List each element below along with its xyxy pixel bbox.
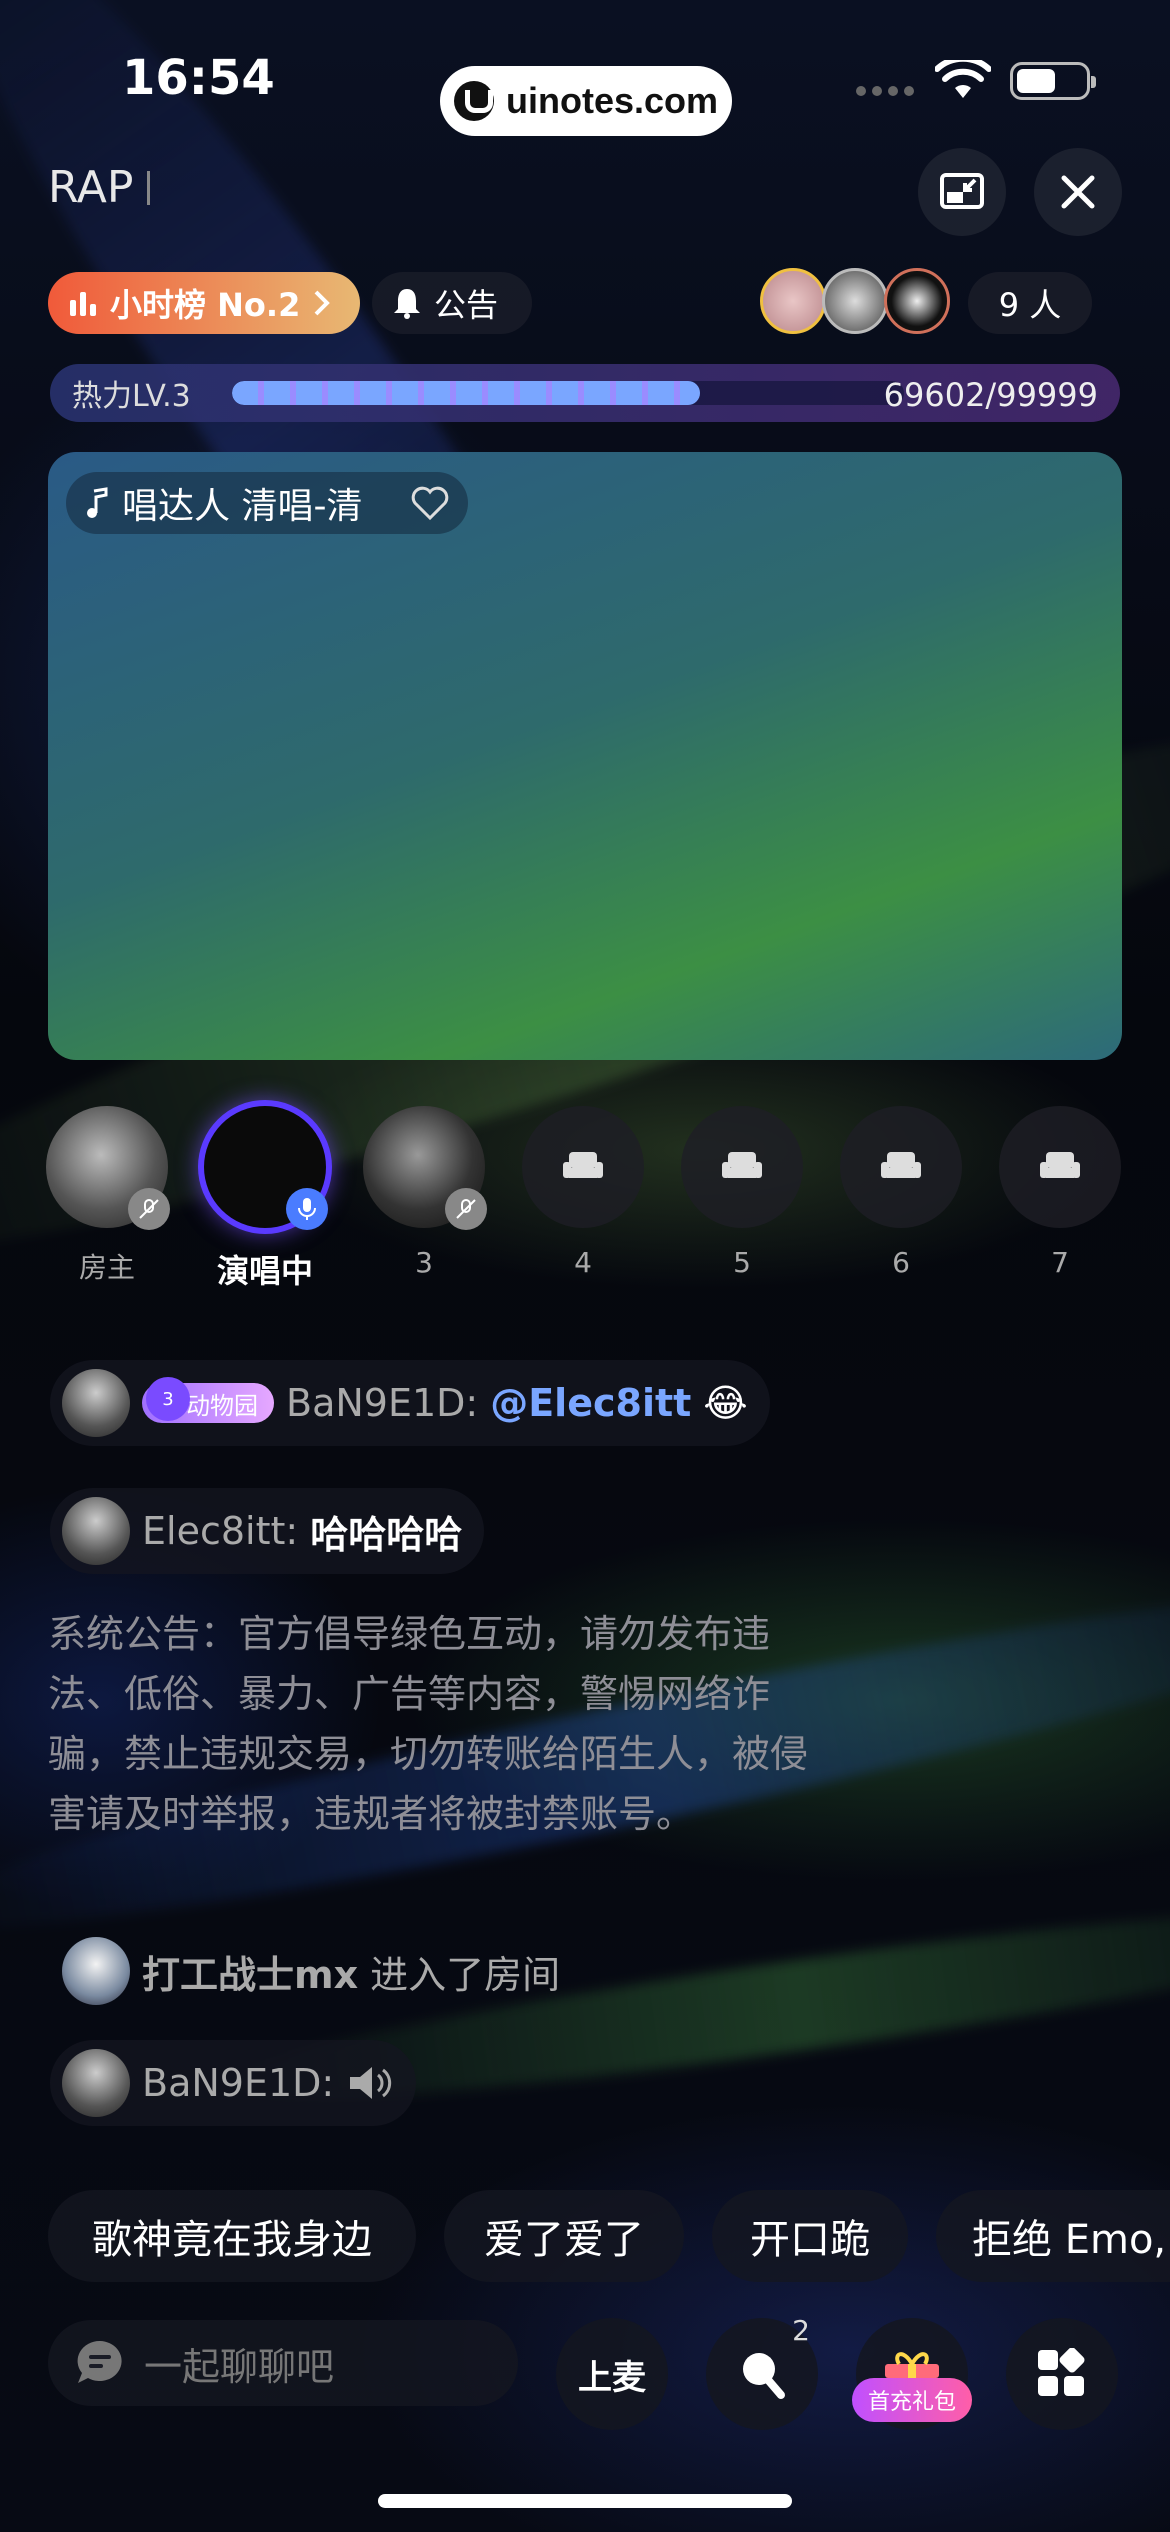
seat-host[interactable]: 房主 bbox=[42, 1106, 172, 1286]
empty-seat-sofa-icon bbox=[999, 1106, 1121, 1228]
join-mic-button[interactable]: 上麦 bbox=[556, 2318, 668, 2430]
speaker-icon[interactable] bbox=[346, 2061, 394, 2105]
quick-reply[interactable]: 拒绝 Emo, bbox=[936, 2190, 1170, 2282]
current-song-pill[interactable]: 唱达人 清唱-清 bbox=[66, 472, 468, 534]
first-charge-gift-tag[interactable]: 首充礼包 bbox=[852, 2378, 972, 2422]
fan-badge: 3 动物园 bbox=[142, 1377, 274, 1423]
hourly-rank-button[interactable]: 小时榜 No.2 bbox=[48, 272, 360, 334]
system-announcement: 系统公告：官方倡导绿色互动，请勿发布违法、低俗、暴力、广告等内容，警惕网络诈骗，… bbox=[48, 1612, 809, 1836]
close-icon bbox=[1061, 175, 1095, 209]
bar-chart-icon bbox=[70, 292, 96, 316]
seat-label: 4 bbox=[574, 1246, 592, 1279]
cellular-signal-icon bbox=[856, 86, 914, 96]
singer-avatar bbox=[204, 1106, 328, 1230]
badge-level: 3 bbox=[146, 1377, 190, 1421]
watermark: uinotes.com bbox=[440, 66, 732, 136]
minimize-window-icon bbox=[940, 173, 984, 209]
seat-6[interactable]: 6 bbox=[836, 1106, 966, 1279]
quick-reply[interactable]: 歌神竟在我身边 bbox=[48, 2190, 416, 2282]
heat-value: 69602/99999 bbox=[883, 376, 1098, 414]
heat-progress-track bbox=[232, 381, 904, 405]
home-indicator[interactable] bbox=[378, 2494, 792, 2508]
empty-seat-sofa-icon bbox=[840, 1106, 962, 1228]
avatar[interactable] bbox=[62, 2049, 130, 2117]
search-song-button[interactable]: 2 bbox=[706, 2314, 818, 2430]
chat-message[interactable]: BaN9E1D: bbox=[50, 2040, 417, 2126]
chevron-right-icon bbox=[314, 290, 331, 316]
seat-4[interactable]: 4 bbox=[518, 1106, 648, 1279]
heat-level-bar[interactable]: 热力LV.3 69602/99999 bbox=[50, 364, 1120, 422]
message-text: 哈哈哈哈 bbox=[310, 1512, 463, 1557]
mic-muted-icon bbox=[445, 1188, 487, 1230]
room-name: RAP bbox=[48, 162, 134, 213]
announcement-button[interactable]: 公告 bbox=[372, 272, 532, 334]
room-title: RAP bbox=[48, 162, 151, 213]
title-divider bbox=[147, 170, 151, 205]
seat-label: 房主 bbox=[78, 1251, 135, 1284]
seat-label: 3 bbox=[415, 1246, 433, 1279]
quick-reply[interactable]: 爱了爱了 bbox=[444, 2190, 684, 2282]
avatar[interactable] bbox=[62, 1369, 130, 1437]
empty-seat-sofa-icon bbox=[522, 1106, 644, 1228]
heat-label: 热力LV.3 bbox=[72, 379, 191, 414]
heart-icon[interactable] bbox=[410, 485, 450, 521]
seat-singer[interactable]: 演唱中 bbox=[200, 1106, 330, 1292]
status-bar: 16:54 uinotes.com bbox=[0, 40, 1170, 136]
chat-message[interactable]: 3 动物园 BaN9E1D: @Elec8itt 😂 bbox=[50, 1360, 770, 1446]
audience-avatar[interactable] bbox=[884, 268, 950, 334]
sender-name[interactable]: Elec8itt: bbox=[142, 1509, 298, 1553]
audience-count[interactable]: 9 人 bbox=[968, 272, 1092, 334]
badge-label: 动物园 bbox=[186, 1391, 258, 1420]
more-apps-button[interactable] bbox=[1006, 2318, 1118, 2430]
seat-5[interactable]: 5 bbox=[677, 1106, 807, 1279]
seat-label: 5 bbox=[733, 1246, 751, 1279]
seat-label: 演唱中 bbox=[216, 1252, 313, 1290]
wifi-icon bbox=[935, 60, 991, 98]
search-badge-count: 2 bbox=[792, 2314, 810, 2347]
close-button[interactable] bbox=[1034, 148, 1122, 236]
quick-reply[interactable]: 开口跪 bbox=[712, 2190, 908, 2282]
watermark-text: uinotes.com bbox=[505, 80, 719, 121]
announcement-label: 公告 bbox=[434, 286, 499, 324]
audience-avatars[interactable] bbox=[760, 268, 950, 334]
stage-card[interactable]: 唱达人 清唱-清 bbox=[48, 452, 1122, 1060]
seat-label: 7 bbox=[1051, 1246, 1069, 1279]
emoji: 😂 bbox=[703, 1381, 748, 1425]
microphone-icon bbox=[286, 1188, 328, 1230]
seat-3[interactable]: 3 bbox=[359, 1106, 489, 1279]
message-text: 进入了房间 bbox=[370, 1952, 561, 1997]
bell-icon bbox=[394, 289, 420, 319]
chat-bubble-icon bbox=[77, 2340, 122, 2383]
enter-room-message: 打工战士mx 进入了房间 bbox=[50, 1928, 582, 2014]
audience-avatar[interactable] bbox=[760, 268, 826, 334]
grid-apps-icon bbox=[1038, 2348, 1085, 2396]
mention[interactable]: @Elec8itt bbox=[490, 1381, 691, 1425]
host-avatar bbox=[46, 1106, 170, 1230]
chat-message[interactable]: Elec8itt: 哈哈哈哈 bbox=[50, 1488, 485, 1574]
chat-input-placeholder: 一起聊聊吧 bbox=[144, 2344, 335, 2389]
status-time: 16:54 bbox=[122, 50, 275, 106]
sender-name[interactable]: 打工战士mx bbox=[142, 1944, 358, 1999]
minimize-button[interactable] bbox=[918, 148, 1006, 236]
search-icon bbox=[743, 2353, 785, 2399]
battery-icon bbox=[1010, 62, 1096, 100]
rank-label: 小时榜 No.2 bbox=[110, 286, 301, 324]
audience-avatar[interactable] bbox=[822, 268, 888, 334]
avatar[interactable] bbox=[62, 1937, 130, 2005]
sender-name[interactable]: BaN9E1D: bbox=[286, 1381, 478, 1425]
seat-7[interactable]: 7 bbox=[995, 1106, 1125, 1279]
seat-label: 6 bbox=[892, 1246, 910, 1279]
song-title: 唱达人 清唱-清 bbox=[122, 486, 363, 527]
seat-avatar bbox=[363, 1106, 487, 1230]
music-note-icon bbox=[87, 487, 108, 518]
watermark-logo-icon bbox=[453, 81, 494, 121]
mic-muted-icon bbox=[128, 1188, 170, 1230]
sender-name[interactable]: BaN9E1D: bbox=[142, 2061, 334, 2105]
empty-seat-sofa-icon bbox=[681, 1106, 803, 1228]
heat-progress-fill bbox=[232, 381, 700, 405]
avatar[interactable] bbox=[62, 1497, 130, 1565]
chat-input[interactable]: 一起聊聊吧 bbox=[48, 2320, 518, 2406]
